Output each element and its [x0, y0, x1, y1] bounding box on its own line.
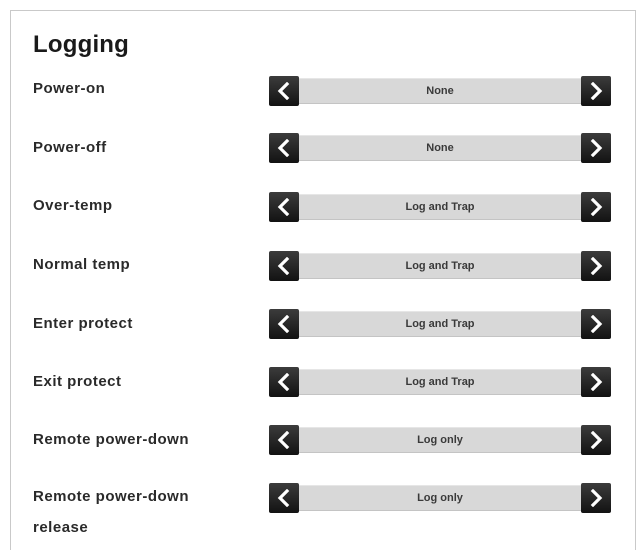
row-label-exit-protect: Exit protect	[33, 373, 122, 390]
next-button[interactable]	[581, 251, 611, 281]
chevron-left-icon	[277, 82, 290, 100]
previous-button[interactable]	[269, 133, 299, 163]
selector-enter-protect: Log and Trap	[269, 309, 611, 339]
chevron-left-icon	[277, 257, 290, 275]
row-label-line1: Remote power-down	[33, 488, 190, 505]
logging-panel: Logging Power-on None Power-off None Ove…	[10, 10, 636, 550]
row-label-power-off: Power-off	[33, 139, 107, 156]
selector-over-temp: Log and Trap	[269, 192, 611, 222]
selector-remote-power-down: Log only	[269, 425, 611, 455]
previous-button[interactable]	[269, 483, 299, 513]
next-button[interactable]	[581, 309, 611, 339]
selector-value: None	[426, 142, 454, 154]
row-label-power-on: Power-on	[33, 80, 106, 97]
chevron-right-icon	[590, 139, 603, 157]
chevron-right-icon	[590, 315, 603, 333]
selector-value: Log and Trap	[405, 201, 475, 213]
selector-value: Log and Trap	[405, 260, 475, 272]
selector-value: Log only	[417, 434, 463, 446]
row-label-remote-power-down: Remote power-down	[33, 431, 190, 448]
previous-button[interactable]	[269, 251, 299, 281]
selector-value: Log and Trap	[405, 376, 475, 388]
chevron-left-icon	[277, 373, 290, 391]
chevron-left-icon	[277, 431, 290, 449]
chevron-right-icon	[590, 373, 603, 391]
previous-button[interactable]	[269, 425, 299, 455]
row-label-remote-power-down-release: Remote power-down release	[33, 488, 189, 536]
next-button[interactable]	[581, 425, 611, 455]
next-button[interactable]	[581, 192, 611, 222]
selector-power-on: None	[269, 76, 611, 106]
row-label-enter-protect: Enter protect	[33, 315, 133, 332]
chevron-right-icon	[590, 198, 603, 216]
selector-value: None	[426, 85, 454, 97]
selector-normal-temp: Log and Trap	[269, 251, 611, 281]
chevron-right-icon	[590, 431, 603, 449]
row-label-line2: release	[33, 519, 89, 536]
row-label-normal-temp: Normal temp	[33, 256, 131, 273]
previous-button[interactable]	[269, 192, 299, 222]
selector-exit-protect: Log and Trap	[269, 367, 611, 397]
next-button[interactable]	[581, 367, 611, 397]
next-button[interactable]	[581, 76, 611, 106]
previous-button[interactable]	[269, 76, 299, 106]
chevron-right-icon	[590, 82, 603, 100]
chevron-left-icon	[277, 198, 290, 216]
next-button[interactable]	[581, 483, 611, 513]
selector-power-off: None	[269, 133, 611, 163]
chevron-left-icon	[277, 139, 290, 157]
previous-button[interactable]	[269, 367, 299, 397]
selector-remote-power-down-release: Log only	[269, 483, 611, 513]
chevron-left-icon	[277, 315, 290, 333]
previous-button[interactable]	[269, 309, 299, 339]
chevron-right-icon	[590, 489, 603, 507]
selector-value: Log and Trap	[405, 318, 475, 330]
section-title: Logging	[33, 31, 130, 58]
chevron-left-icon	[277, 489, 290, 507]
row-label-over-temp: Over-temp	[33, 197, 113, 214]
selector-value: Log only	[417, 492, 463, 504]
chevron-right-icon	[590, 257, 603, 275]
next-button[interactable]	[581, 133, 611, 163]
